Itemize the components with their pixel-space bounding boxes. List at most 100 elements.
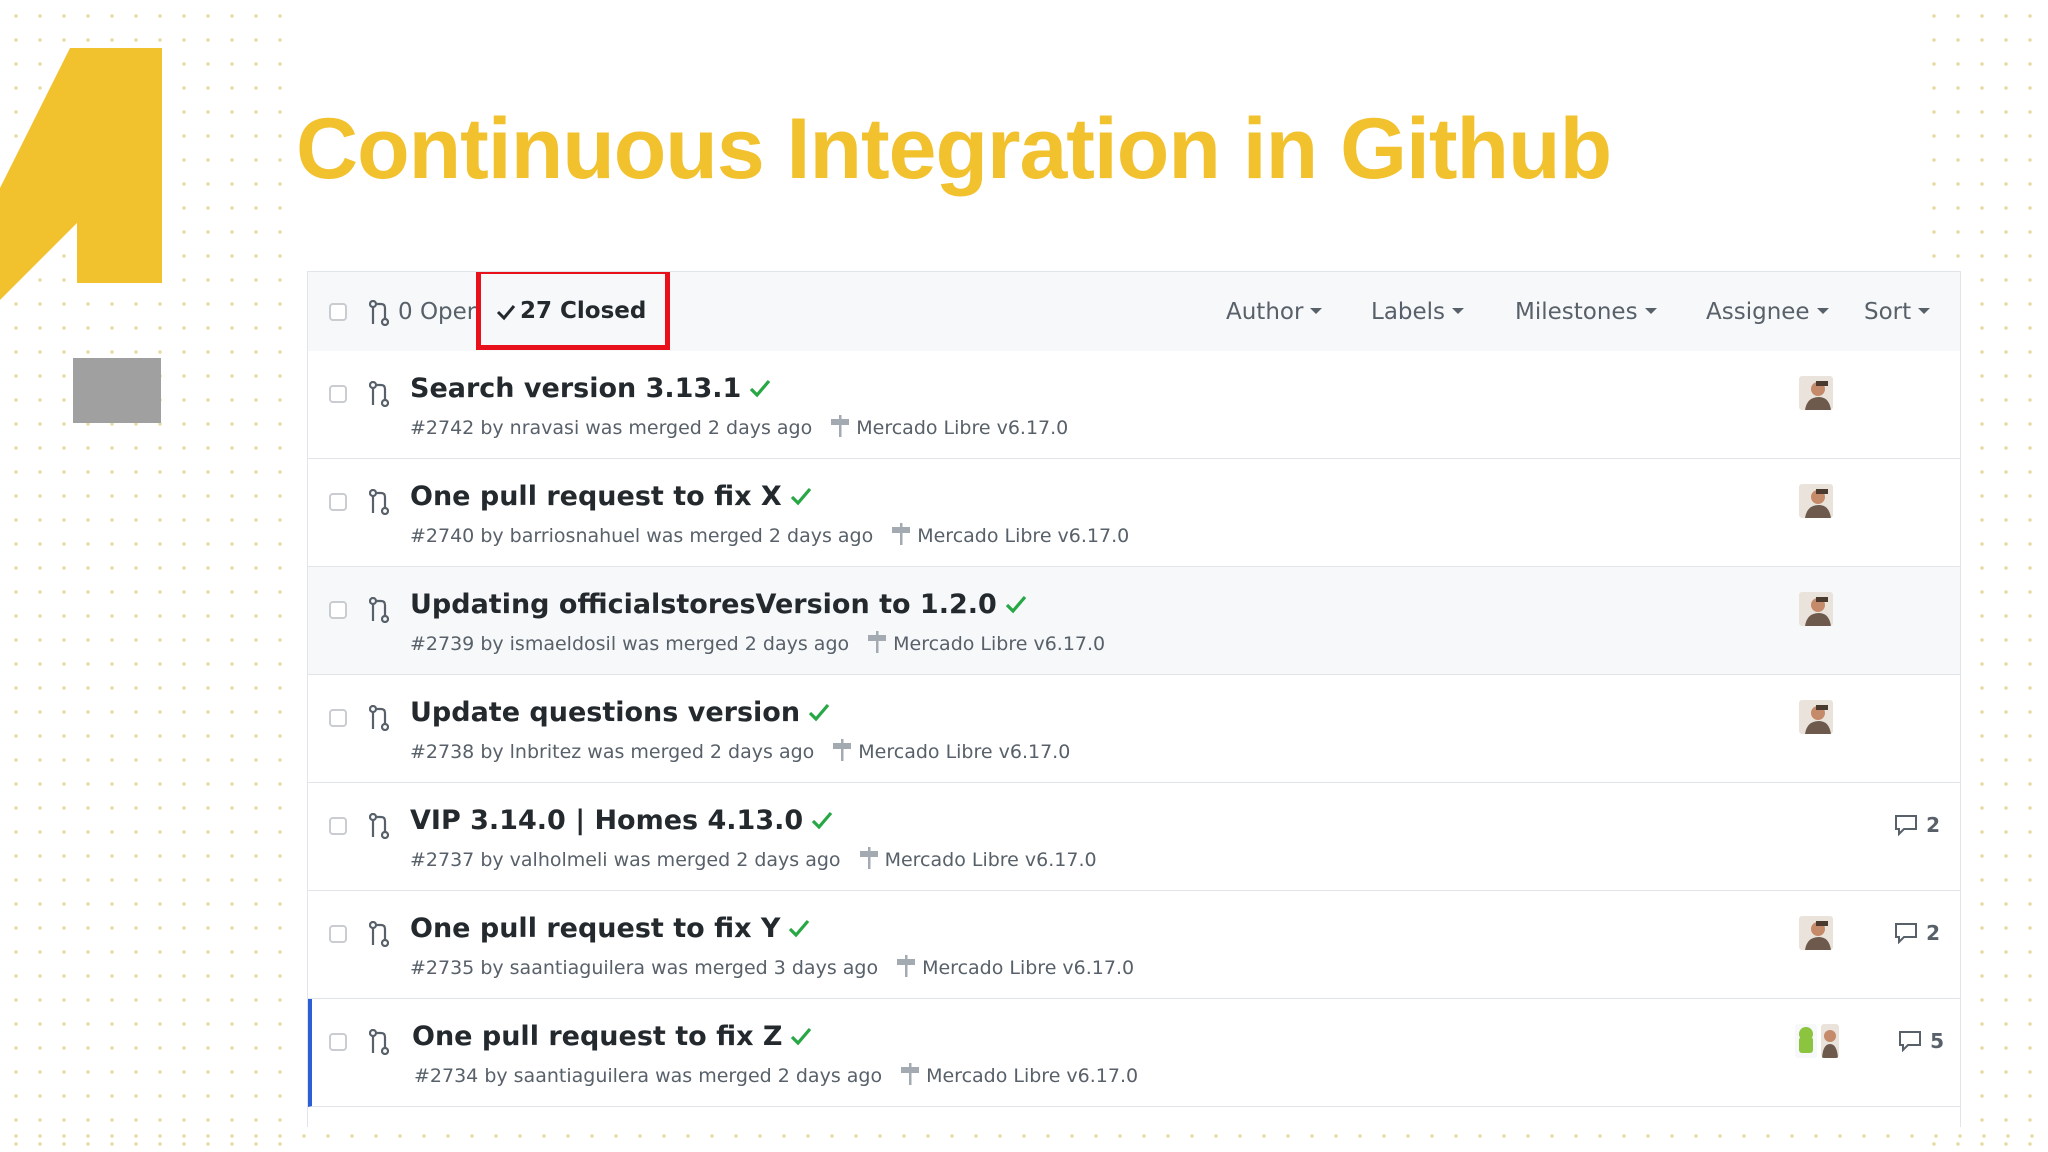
milestone-link[interactable]: Mercado Libre v6.17.0 — [830, 415, 1068, 439]
assignee-avatar[interactable] — [1799, 916, 1833, 950]
author-filter-label: Author — [1226, 299, 1304, 325]
pull-request-row[interactable]: One pull request to fix Z #2734 by saanti… — [308, 999, 1960, 1107]
closed-filter-tab[interactable]: 27 Closed — [520, 298, 646, 324]
merged-pull-request-icon — [369, 1029, 389, 1055]
milestone-link[interactable]: Mercado Libre v6.17.0 — [859, 847, 1097, 871]
milestone-link[interactable]: Mercado Libre v6.17.0 — [900, 1063, 1138, 1087]
assignee-avatar[interactable] — [1799, 376, 1833, 410]
milestone-link[interactable]: Mercado Libre v6.17.0 — [896, 955, 1134, 979]
pull-request-meta-text: #2739 by ismaeldosil was merged 2 days a… — [410, 633, 850, 655]
pull-request-meta: #2738 by lnbritez was merged 2 days ago M… — [410, 739, 1070, 763]
row-select-checkbox[interactable] — [329, 493, 347, 511]
pull-request-row[interactable]: Update questions version #2738 by lnbrite… — [308, 675, 1960, 783]
assignee-avatar-android[interactable] — [1795, 1024, 1817, 1058]
pull-request-title-link[interactable]: Search version 3.13.1 — [410, 373, 771, 405]
comment-count: 5 — [1930, 1029, 1944, 1053]
assignee-avatar[interactable] — [1799, 592, 1833, 626]
pull-request-title: VIP 3.14.0 | Homes 4.13.0 — [410, 805, 804, 836]
milestone-name: Mercado Libre v6.17.0 — [926, 1065, 1139, 1087]
pull-request-title: One pull request to fix Z — [412, 1021, 783, 1052]
pull-request-title-link[interactable]: One pull request to fix X — [410, 481, 812, 513]
success-check-icon[interactable] — [790, 1022, 812, 1053]
success-check-icon[interactable] — [1005, 590, 1027, 621]
row-select-checkbox[interactable] — [329, 1033, 347, 1051]
pull-request-meta-text: #2734 by saantiaguilera was merged 2 day… — [414, 1065, 883, 1087]
milestone-name: Mercado Libre v6.17.0 — [858, 741, 1071, 763]
pull-request-meta-text: #2738 by lnbritez was merged 2 days ago — [410, 741, 815, 763]
pull-request-meta: #2739 by ismaeldosil was merged 2 days a… — [410, 631, 1105, 655]
success-check-icon[interactable] — [811, 806, 833, 837]
pull-request-title-link[interactable]: One pull request to fix Z — [412, 1021, 812, 1053]
grey-placeholder-block — [73, 358, 161, 423]
milestone-link[interactable]: Mercado Libre v6.17.0 — [891, 523, 1129, 547]
merged-pull-request-icon — [369, 921, 389, 947]
pull-request-meta-text: #2735 by saantiaguilera was merged 3 day… — [410, 957, 879, 979]
pull-request-title-link[interactable]: Updating officialstoresVersion to 1.2.0 — [410, 589, 1027, 621]
comments-link[interactable]: 2 — [1894, 813, 1940, 837]
milestone-icon — [868, 631, 887, 653]
milestone-name: Mercado Libre v6.17.0 — [917, 525, 1130, 547]
issues-filter-bar: 0 Open 27 Closed Author Labels Milestone… — [308, 272, 1960, 352]
milestone-link[interactable]: Mercado Libre v6.17.0 — [867, 631, 1105, 655]
pull-request-meta: #2735 by saantiaguilera was merged 3 day… — [410, 955, 1134, 979]
row-select-checkbox[interactable] — [329, 601, 347, 619]
merged-pull-request-icon — [369, 813, 389, 839]
milestone-link[interactable]: Mercado Libre v6.17.0 — [832, 739, 1070, 763]
pull-request-meta-text: #2737 by valholmeli was merged 2 days ag… — [410, 849, 841, 871]
pull-request-list-panel: 0 Open 27 Closed Author Labels Milestone… — [307, 271, 1961, 1127]
success-check-icon[interactable] — [788, 914, 810, 945]
pull-request-row[interactable]: Updating officialstoresVersion to 1.2.0 #… — [308, 567, 1960, 675]
pull-request-title-link[interactable]: One pull request to fix Y — [410, 913, 810, 945]
success-check-icon[interactable] — [808, 698, 830, 729]
comments-link[interactable]: 5 — [1898, 1029, 1944, 1053]
author-filter-menu[interactable]: Author — [1226, 299, 1323, 325]
presentation-slide: Continuous Integration in Github 0 Open … — [0, 0, 2048, 1152]
select-all-checkbox[interactable] — [329, 303, 347, 321]
row-select-checkbox[interactable] — [329, 817, 347, 835]
pull-request-title: Search version 3.13.1 — [410, 373, 742, 404]
milestones-filter-label: Milestones — [1515, 299, 1638, 325]
assignee-avatar[interactable] — [1799, 700, 1833, 734]
pull-request-meta: #2740 by barriosnahuel was merged 2 days… — [410, 523, 1129, 547]
comment-icon — [1895, 923, 1918, 945]
pull-request-title: Updating officialstoresVersion to 1.2.0 — [410, 589, 997, 620]
milestone-icon — [833, 739, 852, 761]
check-icon — [496, 305, 516, 321]
milestones-filter-menu[interactable]: Milestones — [1515, 299, 1657, 325]
milestone-icon — [892, 523, 911, 545]
pull-request-row[interactable]: VIP 3.14.0 | Homes 4.13.0 #2737 by valhol… — [308, 783, 1960, 891]
pull-request-row[interactable]: One pull request to fix X #2740 by barrio… — [308, 459, 1960, 567]
success-check-icon[interactable] — [749, 374, 771, 405]
milestone-icon — [897, 955, 916, 977]
caret-down-icon — [1452, 307, 1465, 314]
assignee-avatar[interactable] — [1799, 484, 1833, 518]
pull-request-title-link[interactable]: Update questions version — [410, 697, 830, 729]
merged-pull-request-icon — [369, 381, 389, 407]
assignee-avatar[interactable] — [1821, 1024, 1839, 1058]
milestone-icon — [859, 847, 878, 869]
open-filter-tab[interactable]: 0 Open — [398, 299, 484, 325]
pull-request-row[interactable]: Search version 3.13.1 #2742 by nravasi wa… — [308, 351, 1960, 459]
merged-pull-request-icon — [369, 597, 389, 623]
comments-link[interactable]: 2 — [1894, 921, 1940, 945]
milestone-name: Mercado Libre v6.17.0 — [893, 633, 1106, 655]
row-select-checkbox[interactable] — [329, 385, 347, 403]
merged-pull-request-icon — [369, 705, 389, 731]
sort-label: Sort — [1864, 299, 1912, 325]
success-check-icon[interactable] — [790, 482, 812, 513]
assignee-filter-menu[interactable]: Assignee — [1706, 299, 1829, 325]
pull-request-title: One pull request to fix X — [410, 481, 782, 512]
milestone-icon — [901, 1063, 920, 1085]
pull-request-meta: #2734 by saantiaguilera was merged 2 day… — [414, 1063, 1138, 1087]
comment-count: 2 — [1926, 921, 1940, 945]
row-select-checkbox[interactable] — [329, 709, 347, 727]
pull-request-title-link[interactable]: VIP 3.14.0 | Homes 4.13.0 — [410, 805, 833, 837]
sort-menu[interactable]: Sort — [1864, 299, 1931, 325]
pull-request-title: Update questions version — [410, 697, 801, 728]
pull-request-meta: #2737 by valholmeli was merged 2 days ag… — [410, 847, 1097, 871]
row-select-checkbox[interactable] — [329, 925, 347, 943]
pull-request-row[interactable]: One pull request to fix Y #2735 by saanti… — [308, 891, 1960, 999]
merged-pull-request-icon — [369, 489, 389, 515]
pull-request-meta-text: #2742 by nravasi was merged 2 days ago — [410, 417, 813, 439]
labels-filter-menu[interactable]: Labels — [1371, 299, 1465, 325]
